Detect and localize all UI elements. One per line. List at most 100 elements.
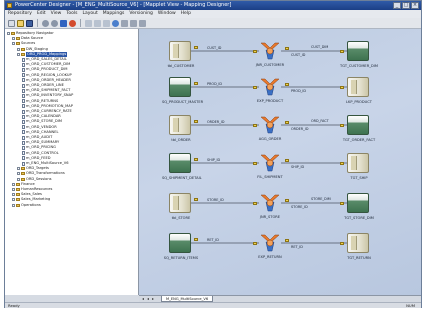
menu-tools[interactable]: Tools (66, 10, 77, 18)
close-button[interactable]: × (411, 2, 419, 9)
port-marker[interactable] (285, 121, 289, 124)
source-node[interactable]: tbl_STORE (169, 193, 191, 220)
expand-toggle-icon[interactable] (12, 188, 15, 191)
port-marker[interactable] (285, 47, 289, 50)
port-marker[interactable] (340, 50, 344, 53)
arrange-icon[interactable] (121, 19, 128, 27)
maximize-button[interactable]: □ (402, 2, 410, 9)
target-node[interactable]: LKP_PRODUCT (346, 77, 372, 104)
validate-icon[interactable] (130, 19, 137, 27)
port-marker[interactable] (340, 202, 344, 205)
target-node[interactable]: TGT_SHIP (347, 153, 369, 180)
connect-icon[interactable] (42, 19, 49, 27)
menu-help[interactable]: Help (181, 10, 191, 18)
port-marker[interactable] (285, 83, 289, 86)
port-marker[interactable] (340, 242, 344, 245)
link-label: ORDER_ID (207, 120, 225, 124)
open-folder-icon[interactable] (17, 19, 24, 27)
port-marker[interactable] (340, 124, 344, 127)
paste-icon[interactable] (103, 19, 110, 27)
source-node[interactable]: SQ_PRODUCT_MASTER (162, 77, 203, 104)
arrow-left-icon[interactable] (60, 19, 67, 27)
transformation-node[interactable]: EXP_PRODUCT (257, 77, 283, 103)
port-marker[interactable] (253, 202, 257, 205)
transformation-node[interactable]: JNR_STORE (259, 193, 281, 219)
stop-icon[interactable] (69, 19, 76, 27)
expand-toggle-icon[interactable] (7, 32, 10, 35)
port-marker[interactable] (253, 124, 257, 127)
cut-icon[interactable] (85, 19, 92, 27)
port-marker[interactable] (194, 238, 198, 241)
port-marker[interactable] (194, 158, 198, 161)
target-node[interactable]: TGT_ORDER_FACT (343, 115, 375, 142)
transformation-node[interactable]: FIL_SHIPMENT (257, 153, 283, 179)
transformation-node[interactable]: JNR_CUSTOMER (256, 41, 284, 67)
expand-toggle-icon[interactable] (17, 52, 20, 56)
expand-toggle-icon[interactable] (12, 37, 15, 41)
port-marker[interactable] (194, 120, 198, 123)
zoom-icon[interactable] (112, 19, 119, 27)
menu-versioning[interactable]: Versioning (129, 10, 153, 18)
link-label: STORE_ID (207, 198, 224, 202)
menu-window[interactable]: Window (158, 10, 176, 18)
port-marker[interactable] (194, 198, 198, 201)
expand-toggle-icon[interactable] (17, 177, 20, 181)
source-node[interactable]: tbl_ORDER (169, 115, 191, 142)
port-marker[interactable] (253, 86, 257, 89)
folder-icon (16, 42, 20, 46)
expand-toggle-icon[interactable] (12, 203, 15, 207)
target-node[interactable]: TGT_RETURN (347, 233, 371, 260)
mapping-icon (22, 151, 25, 156)
folder-icon (16, 37, 20, 41)
copy-icon[interactable] (94, 19, 101, 27)
port-marker[interactable] (340, 86, 344, 89)
expand-toggle-icon[interactable] (12, 198, 15, 202)
tab-prev-icon[interactable]: ◂ (147, 297, 151, 301)
menu-view[interactable]: View (51, 10, 62, 18)
port-marker[interactable] (253, 162, 257, 165)
new-icon[interactable] (8, 19, 15, 27)
port-marker[interactable] (253, 242, 257, 245)
port-marker[interactable] (194, 82, 198, 85)
transformation-node[interactable]: EXP_RETURN (258, 233, 282, 259)
mapping-icon (22, 135, 25, 140)
port-label: STORE_ID (291, 205, 308, 209)
menu-mappings[interactable]: Mappings (103, 10, 125, 18)
tab-first-icon[interactable]: ◂ (142, 297, 146, 301)
target-node[interactable]: TGT_CUSTOMER_DIM (340, 41, 378, 68)
port-marker[interactable] (285, 159, 289, 162)
port-marker[interactable] (253, 50, 257, 53)
toolbar (5, 18, 421, 29)
toolbar-divider (80, 19, 81, 27)
expand-toggle-icon[interactable] (17, 172, 20, 176)
expand-toggle-icon[interactable] (17, 167, 20, 171)
menu-edit[interactable]: Edit (37, 10, 46, 18)
target-node-label: TGT_RETURN (347, 256, 371, 260)
expand-toggle-icon[interactable] (17, 47, 20, 51)
title-bar: PowerCenter Designer - [M_ENG_MultiSourc… (5, 1, 421, 10)
port-marker[interactable] (285, 239, 289, 242)
folder-icon (21, 52, 25, 56)
tab-next-icon[interactable]: ▸ (152, 297, 156, 301)
expand-toggle-icon[interactable] (12, 193, 15, 197)
menu-layout[interactable]: Layout (82, 10, 97, 18)
port-marker[interactable] (194, 46, 198, 49)
target-node[interactable]: TGT_STORE_DIM (344, 193, 374, 220)
disconnect-icon[interactable] (51, 19, 58, 27)
navigator-tree[interactable]: Repository Navigator Data Source Sources DW… (5, 29, 139, 295)
transformation-icon (260, 78, 280, 96)
settings-icon[interactable] (139, 19, 146, 27)
port-marker[interactable] (340, 162, 344, 165)
save-icon[interactable] (26, 19, 33, 27)
transformation-node[interactable]: AGG_ORDER (259, 115, 281, 141)
mapping-canvas[interactable]: tbl_CUSTOMER JNR_CUSTOMER TGT_CUSTOMER_DIM… (139, 29, 421, 295)
minimize-button[interactable]: _ (393, 2, 401, 9)
source-node[interactable]: SQ_RETURN_ITEMS (164, 233, 198, 260)
tree-item[interactable]: Operations (12, 203, 41, 208)
expand-toggle-icon[interactable] (12, 42, 15, 46)
source-node[interactable]: tbl_CUSTOMER (168, 41, 194, 68)
expand-toggle-icon[interactable] (12, 182, 15, 186)
menu-repository[interactable]: Repository (8, 10, 32, 18)
source-node[interactable]: SQ_SHIPMENT_DETAIL (162, 153, 202, 180)
port-marker[interactable] (285, 199, 289, 202)
